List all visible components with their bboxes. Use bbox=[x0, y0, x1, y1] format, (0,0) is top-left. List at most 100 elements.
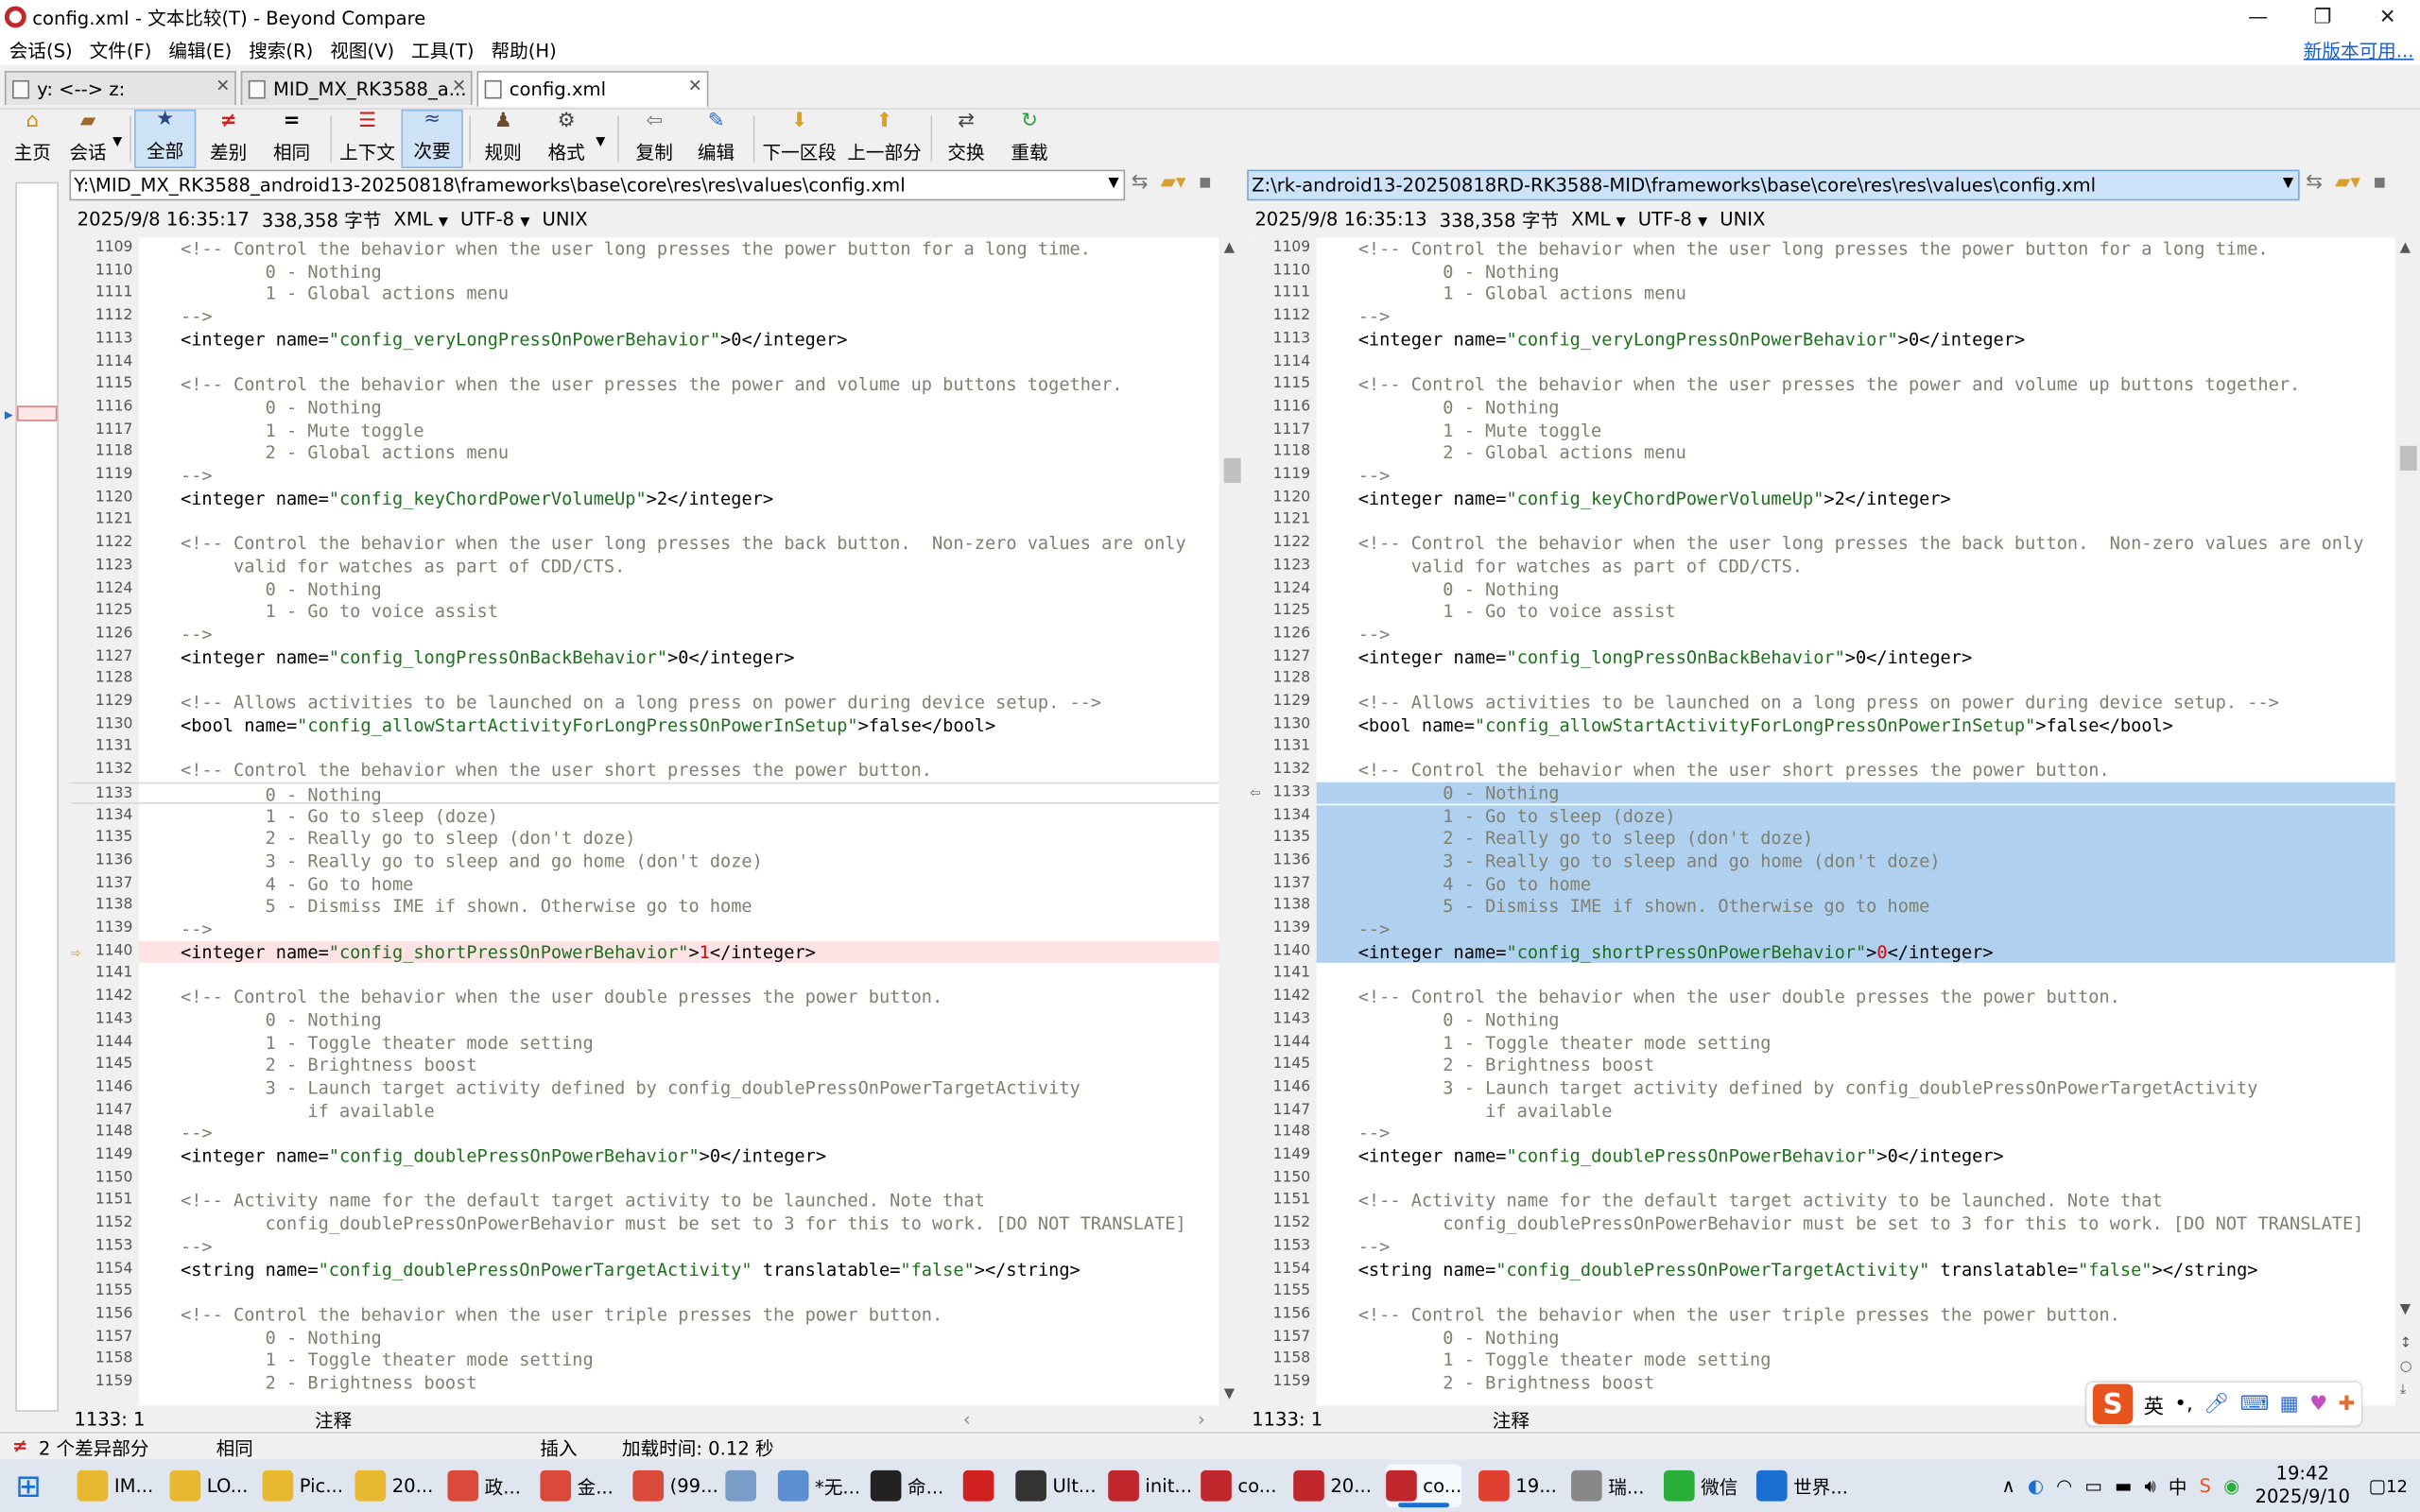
menu-search[interactable]: 搜索(R) bbox=[239, 36, 320, 62]
menu-file[interactable]: 文件(F) bbox=[80, 36, 160, 62]
scroll-marker-icon[interactable]: ○ bbox=[2400, 1359, 2412, 1374]
taskbar-app[interactable]: 世界... bbox=[1755, 1464, 1848, 1507]
code-line[interactable]: 1150 bbox=[1249, 1167, 2395, 1190]
left-path-input[interactable]: Y:\MID_MX_RK3588_android13-20250818\fram… bbox=[69, 169, 1126, 201]
code-line[interactable]: 1124 0 - Nothing bbox=[71, 577, 1219, 600]
code-line[interactable]: 1134 1 - Go to sleep (doze) bbox=[1249, 804, 2395, 828]
taskbar-app[interactable]: 命... bbox=[870, 1464, 943, 1507]
tray-chevron-up-icon[interactable]: ∧ bbox=[2002, 1475, 2015, 1497]
code-line[interactable]: 1116 0 - Nothing bbox=[1249, 396, 2395, 419]
code-line[interactable]: 1137 4 - Go to home bbox=[1249, 872, 2395, 896]
code-line[interactable]: 1148 --> bbox=[71, 1122, 1219, 1144]
open-folder-icon[interactable]: ▰▾ bbox=[2335, 171, 2360, 194]
code-line[interactable]: 1130 <bool name="config_allowStartActivit… bbox=[71, 713, 1219, 736]
code-line[interactable]: 1130 <bool name="config_allowStartActivit… bbox=[1249, 713, 2395, 736]
notification-icon[interactable]: ▢12 bbox=[2369, 1475, 2408, 1497]
code-line[interactable]: 1140 <integer name="config_shortPressOnPo… bbox=[1249, 940, 2395, 964]
tray-display-icon[interactable]: ▭ bbox=[2084, 1475, 2102, 1497]
close-tab-icon[interactable]: ✕ bbox=[688, 76, 702, 95]
code-line[interactable]: 1120 <integer name="config_keyChordPowerV… bbox=[71, 487, 1219, 509]
windows-start-button[interactable]: ⊞ bbox=[15, 1464, 41, 1507]
left-vertical-scrollbar[interactable]: ▲ ▼ bbox=[1219, 237, 1246, 1406]
code-line[interactable]: 1123 valid for watches as part of CDD/CT… bbox=[71, 555, 1219, 577]
code-line[interactable]: 1117 1 - Mute toggle bbox=[1249, 419, 2395, 441]
code-line[interactable]: 1152 config_doublePressOnPowerBehavior m… bbox=[1249, 1212, 2395, 1235]
code-line[interactable]: 1138 5 - Dismiss IME if shown. Otherwise… bbox=[1249, 895, 2395, 919]
menu-tools[interactable]: 工具(T) bbox=[402, 36, 481, 62]
left-scroll-thumb[interactable] bbox=[1223, 457, 1241, 484]
code-line[interactable]: 1159 2 - Brightness boost bbox=[71, 1371, 1219, 1394]
code-line[interactable]: 1111 1 - Global actions menu bbox=[1249, 283, 2395, 305]
code-line[interactable]: 1149 <integer name="config_doublePressOnP… bbox=[1249, 1144, 2395, 1167]
code-line[interactable]: 1145 2 - Brightness boost bbox=[1249, 1054, 2395, 1076]
code-line[interactable]: 1150 bbox=[71, 1167, 1219, 1190]
code-line[interactable]: 1121 bbox=[1249, 509, 2395, 532]
code-line[interactable]: 1156 <!-- Control the behavior when the u… bbox=[71, 1303, 1219, 1326]
code-line[interactable]: 1120 <integer name="config_keyChordPowerV… bbox=[1249, 487, 2395, 509]
code-line[interactable]: 1151 <!-- Activity name for the default t… bbox=[71, 1190, 1219, 1212]
code-line[interactable]: 1147 if available bbox=[1249, 1099, 2395, 1122]
close-tab-icon[interactable]: ✕ bbox=[452, 76, 466, 95]
show-same-button[interactable]: = 相同 bbox=[263, 110, 321, 168]
scroll-down-icon[interactable]: ▼ bbox=[2400, 1302, 2411, 1317]
code-line[interactable]: 1155 bbox=[1249, 1280, 2395, 1303]
scroll-marker-icon[interactable]: ↕ bbox=[2400, 1336, 2411, 1351]
save-icon[interactable]: ▪ bbox=[2373, 171, 2386, 194]
code-line[interactable]: 1143 0 - Nothing bbox=[1249, 1008, 2395, 1031]
code-line[interactable]: 1154 <string name="config_doublePressOnPo… bbox=[1249, 1258, 2395, 1280]
code-line[interactable]: 1116 0 - Nothing bbox=[71, 396, 1219, 419]
microphone-icon[interactable]: 🎤︎ bbox=[2204, 1392, 2229, 1415]
code-line[interactable]: 1144 1 - Toggle theater mode setting bbox=[1249, 1031, 2395, 1054]
code-line[interactable]: 1127 <integer name="config_longPressOnBac… bbox=[71, 645, 1219, 668]
swap-sides-icon[interactable]: ⇆ bbox=[1132, 171, 1149, 194]
code-line[interactable]: 1139 --> bbox=[71, 918, 1219, 940]
code-line[interactable]: 1109 <!-- Control the behavior when the u… bbox=[71, 237, 1219, 260]
code-line[interactable]: 1115 <!-- Control the behavior when the u… bbox=[1249, 373, 2395, 396]
code-line[interactable]: 1112 --> bbox=[71, 305, 1219, 328]
scroll-down-icon[interactable]: ▼ bbox=[1224, 1387, 1235, 1402]
code-line[interactable]: 1117 1 - Mute toggle bbox=[71, 419, 1219, 441]
format-dropdown-icon[interactable]: ▼ bbox=[596, 134, 605, 148]
code-line[interactable]: 1114 bbox=[1249, 351, 2395, 373]
code-line[interactable]: 1121 bbox=[71, 509, 1219, 532]
code-line[interactable]: 1131 bbox=[71, 736, 1219, 759]
menu-edit[interactable]: 编辑(E) bbox=[160, 36, 240, 62]
code-line[interactable]: 1125 1 - Go to voice assist bbox=[1249, 600, 2395, 623]
code-line[interactable]: 1122 <!-- Control the behavior when the u… bbox=[1249, 532, 2395, 555]
right-encoding-select[interactable]: UTF-8 ▼ bbox=[1638, 208, 1707, 230]
code-line[interactable]: 1142 <!-- Control the behavior when the u… bbox=[71, 986, 1219, 1008]
code-line[interactable]: 1153 --> bbox=[1249, 1235, 2395, 1258]
scroll-up-icon[interactable]: ▲ bbox=[2400, 241, 2411, 256]
code-line[interactable]: 1110 0 - Nothing bbox=[1249, 260, 2395, 283]
menu-view[interactable]: 视图(V) bbox=[320, 36, 402, 62]
diff-overview-pane[interactable]: ▶ bbox=[5, 181, 60, 1412]
code-line[interactable]: 1122 <!-- Control the behavior when the u… bbox=[71, 532, 1219, 555]
code-line[interactable]: 1109 <!-- Control the behavior when the u… bbox=[1249, 237, 2395, 260]
next-section-button[interactable]: ⬇ 下一区段 bbox=[761, 110, 838, 168]
skin-icon[interactable]: ♥ bbox=[2309, 1392, 2327, 1415]
code-line[interactable]: 1146 3 - Launch target activity defined … bbox=[1249, 1076, 2395, 1099]
code-line[interactable]: 1142 <!-- Control the behavior when the u… bbox=[1249, 986, 2395, 1008]
scroll-left-icon[interactable]: ‹ bbox=[963, 1409, 971, 1431]
reload-button[interactable]: ↻ 重载 bbox=[1005, 110, 1054, 168]
prev-section-button[interactable]: ⬆ 上一部分 bbox=[846, 110, 924, 168]
code-line[interactable]: 1134 1 - Go to sleep (doze) bbox=[71, 804, 1219, 827]
code-line[interactable]: 1126 --> bbox=[1249, 623, 2395, 645]
taskbar-app[interactable] bbox=[962, 1464, 1000, 1507]
code-line[interactable]: 1128 bbox=[1249, 668, 2395, 691]
left-code-pane[interactable]: 1109 <!-- Control the behavior when the u… bbox=[71, 237, 1219, 1406]
code-line[interactable]: 1133 0 - Nothing bbox=[71, 782, 1219, 805]
code-line[interactable]: 1156 <!-- Control the behavior when the u… bbox=[1249, 1303, 2395, 1326]
taskbar-app[interactable]: 瑞... bbox=[1571, 1464, 1645, 1507]
right-format-select[interactable]: XML ▼ bbox=[1571, 208, 1626, 230]
code-line[interactable]: 1147 if available bbox=[71, 1099, 1219, 1122]
tray-ime-icon[interactable]: 中 bbox=[2169, 1472, 2187, 1499]
right-vertical-scrollbar[interactable]: ▲ ▼ ↕ ○ ⤓ bbox=[2394, 237, 2420, 1406]
code-line[interactable]: 1118 2 - Global actions menu bbox=[71, 441, 1219, 464]
tab-folder-compare[interactable]: y: <--> z: ✕ bbox=[4, 71, 236, 106]
close-tab-icon[interactable]: ✕ bbox=[216, 76, 230, 95]
rules-button[interactable]: ♟ 规则 bbox=[475, 110, 531, 168]
code-line[interactable]: 1149 <integer name="config_doublePressOnP… bbox=[71, 1144, 1219, 1167]
code-line[interactable]: 1157 0 - Nothing bbox=[1249, 1326, 2395, 1349]
code-line[interactable]: 1135 2 - Really go to sleep (don't doze) bbox=[71, 827, 1219, 850]
